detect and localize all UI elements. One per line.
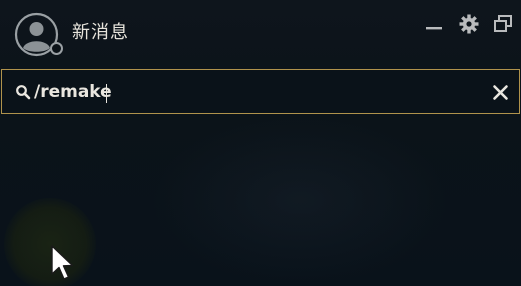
mouse-pointer-icon — [51, 245, 74, 280]
window-title: 新消息 — [72, 22, 129, 43]
minimize-icon[interactable] — [423, 13, 445, 35]
search-icon — [16, 85, 31, 100]
gear-icon[interactable] — [458, 13, 480, 35]
popout-window-icon[interactable] — [492, 13, 514, 35]
search-input[interactable] — [34, 78, 474, 106]
window-header: 新消息 — [0, 0, 521, 66]
text-caret — [106, 84, 107, 103]
close-icon[interactable] — [491, 83, 510, 102]
chat-window: 新消息 — [0, 0, 521, 286]
search-bar[interactable] — [1, 69, 520, 114]
status-dot-icon — [50, 42, 63, 55]
